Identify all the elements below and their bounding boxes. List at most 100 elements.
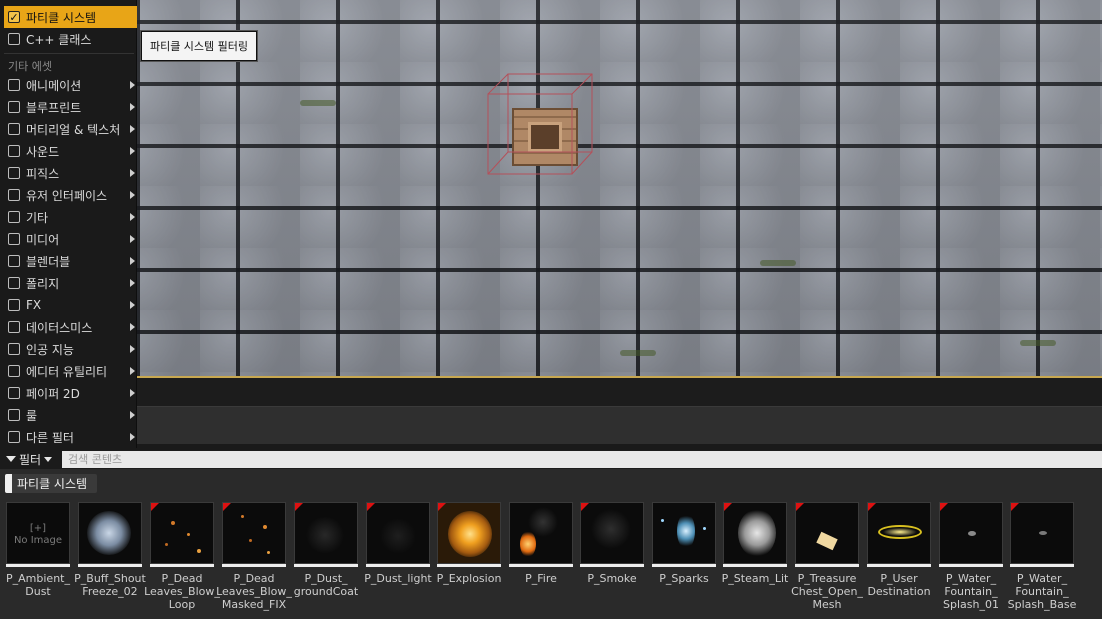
filter-category-blendables[interactable]: 블렌더블 bbox=[4, 250, 137, 272]
checkbox[interactable] bbox=[8, 189, 20, 201]
asset-tile[interactable]: P_Sparks bbox=[652, 502, 716, 614]
category-label: FX bbox=[26, 298, 42, 312]
asset-name: P_Ambient_ Dust bbox=[6, 572, 70, 598]
asset-type-bar bbox=[366, 564, 430, 567]
filter-item-label: 파티클 시스템 bbox=[26, 10, 97, 25]
filter-category-animation[interactable]: 애니메이션 bbox=[4, 74, 137, 96]
filter-category-paper2d[interactable]: 페이퍼 2D bbox=[4, 382, 137, 404]
category-label: 폴리지 bbox=[26, 276, 60, 291]
asset-thumbnail bbox=[437, 502, 501, 564]
filter-category-physics[interactable]: 피직스 bbox=[4, 162, 137, 184]
chevron-down-icon bbox=[44, 457, 53, 462]
active-filter-label: 파티클 시스템 bbox=[17, 477, 88, 491]
red-corner-marker bbox=[367, 503, 375, 511]
category-label: 피직스 bbox=[26, 166, 60, 181]
asset-name: P_Sparks bbox=[659, 572, 709, 585]
checkbox[interactable] bbox=[8, 365, 20, 377]
category-label: 머티리얼 & 텍스처 bbox=[26, 122, 121, 137]
active-filter-chip[interactable]: 파티클 시스템 bbox=[5, 474, 97, 493]
asset-tile[interactable]: P_Dust_ groundCoat bbox=[294, 502, 358, 614]
asset-tile[interactable]: P_Water_ Fountain_ Splash_Base bbox=[1008, 502, 1076, 614]
asset-type-bar bbox=[6, 564, 70, 567]
asset-type-bar bbox=[294, 564, 358, 567]
filter-category-foliage[interactable]: 폴리지 bbox=[4, 272, 137, 294]
asset-type-bar bbox=[222, 564, 286, 567]
submenu-arrow-icon bbox=[130, 389, 135, 397]
ice-burst-preview bbox=[87, 511, 131, 555]
checkbox[interactable] bbox=[8, 343, 20, 355]
checkbox[interactable] bbox=[8, 145, 20, 157]
submenu-arrow-icon bbox=[130, 323, 135, 331]
filter-category-materials-textures[interactable]: 머티리얼 & 텍스처 bbox=[4, 118, 137, 140]
asset-thumbnail bbox=[580, 502, 644, 564]
asset-tile[interactable]: P_Smoke bbox=[580, 502, 644, 614]
asset-thumbnail bbox=[652, 502, 716, 564]
asset-type-bar bbox=[580, 564, 644, 567]
checkbox-checked[interactable]: ✓ bbox=[8, 11, 20, 23]
checkbox[interactable] bbox=[8, 387, 20, 399]
category-label: 룰 bbox=[26, 408, 38, 423]
filter-category-datasmith[interactable]: 데이터스미스 bbox=[4, 316, 137, 338]
checkbox[interactable] bbox=[8, 211, 20, 223]
filter-item-cpp-class[interactable]: C++ 클래스 bbox=[4, 28, 137, 50]
asset-thumbnail: [+] No Image bbox=[6, 502, 70, 564]
checkbox[interactable] bbox=[8, 299, 20, 311]
asset-name: P_Steam_Lit bbox=[721, 572, 789, 585]
asset-type-bar bbox=[78, 564, 142, 567]
submenu-arrow-icon bbox=[130, 147, 135, 155]
asset-tile[interactable]: [+] No Image P_Ambient_ Dust bbox=[6, 502, 70, 614]
filter-category-blueprint[interactable]: 블루프린트 bbox=[4, 96, 137, 118]
asset-tile[interactable]: P_Dead Leaves_Blow_ Loop bbox=[144, 502, 220, 614]
asset-tile[interactable]: P_Dust_light bbox=[364, 502, 432, 614]
filter-category-fx[interactable]: FX bbox=[4, 294, 137, 316]
asset-tile[interactable]: P_Fire bbox=[509, 502, 573, 614]
asset-thumbnail bbox=[795, 502, 859, 564]
asset-tile[interactable]: P_User Destination bbox=[867, 502, 931, 614]
filter-toggle-indicator[interactable] bbox=[5, 474, 12, 493]
filter-item-particle-system[interactable]: ✓ 파티클 시스템 bbox=[4, 6, 137, 28]
filter-category-other-filters[interactable]: 다른 필터 bbox=[4, 426, 137, 448]
asset-name: P_Smoke bbox=[587, 572, 637, 585]
filter-category-misc[interactable]: 기타 bbox=[4, 206, 137, 228]
treasure-chest-actor[interactable] bbox=[512, 108, 578, 166]
filter-category-sound[interactable]: 사운드 bbox=[4, 140, 137, 162]
submenu-arrow-icon bbox=[130, 125, 135, 133]
checkbox[interactable] bbox=[8, 123, 20, 135]
category-label: 인공 지능 bbox=[26, 342, 74, 357]
checkbox[interactable] bbox=[8, 409, 20, 421]
asset-tile[interactable]: P_Dead Leaves_Blow_ Masked_FIX bbox=[216, 502, 292, 614]
leaf-particle bbox=[197, 549, 201, 553]
category-label: 기타 bbox=[26, 210, 49, 225]
search-input[interactable] bbox=[62, 451, 1102, 468]
tooltip: 파티클 시스템 필터링 bbox=[141, 31, 257, 61]
filter-category-editor-utility[interactable]: 에디터 유틸리티 bbox=[4, 360, 137, 382]
checkbox[interactable] bbox=[8, 167, 20, 179]
category-label: 다른 필터 bbox=[26, 430, 74, 445]
asset-type-bar bbox=[150, 564, 214, 567]
asset-tile[interactable]: P_Treasure Chest_Open_ Mesh bbox=[791, 502, 863, 614]
red-corner-marker bbox=[438, 503, 446, 511]
checkbox[interactable] bbox=[8, 79, 20, 91]
asset-tile[interactable]: P_Explosion bbox=[437, 502, 501, 614]
checkbox[interactable] bbox=[8, 431, 20, 443]
filter-category-ai[interactable]: 인공 지능 bbox=[4, 338, 137, 360]
asset-type-bar bbox=[939, 564, 1003, 567]
leaf-particle bbox=[187, 533, 190, 536]
filter-category-rules[interactable]: 룰 bbox=[4, 404, 137, 426]
checkbox[interactable] bbox=[8, 321, 20, 333]
checkbox[interactable] bbox=[8, 277, 20, 289]
checkbox[interactable] bbox=[8, 255, 20, 267]
category-label: 애니메이션 bbox=[26, 78, 82, 93]
filter-button[interactable]: 필터 bbox=[4, 451, 58, 468]
checkbox[interactable] bbox=[8, 233, 20, 245]
filter-category-user-interface[interactable]: 유저 인터페이스 bbox=[4, 184, 137, 206]
asset-tile[interactable]: P_Water_ Fountain_ Splash_01 bbox=[939, 502, 1003, 614]
asset-tile[interactable]: P_Buff_Shout Freeze_02 bbox=[74, 502, 146, 614]
checkbox[interactable] bbox=[8, 33, 20, 45]
asset-grid: [+] No Image P_Ambient_ Dust P_Buff_Shout… bbox=[0, 499, 1102, 619]
checkbox[interactable] bbox=[8, 101, 20, 113]
filter-dropdown-menu: ✓ 파티클 시스템 C++ 클래스 기타 에셋 애니메이션 블루프린트 머티리얼… bbox=[0, 0, 137, 448]
filter-category-media[interactable]: 미디어 bbox=[4, 228, 137, 250]
asset-tile[interactable]: P_Steam_Lit bbox=[722, 502, 788, 614]
submenu-arrow-icon bbox=[130, 235, 135, 243]
